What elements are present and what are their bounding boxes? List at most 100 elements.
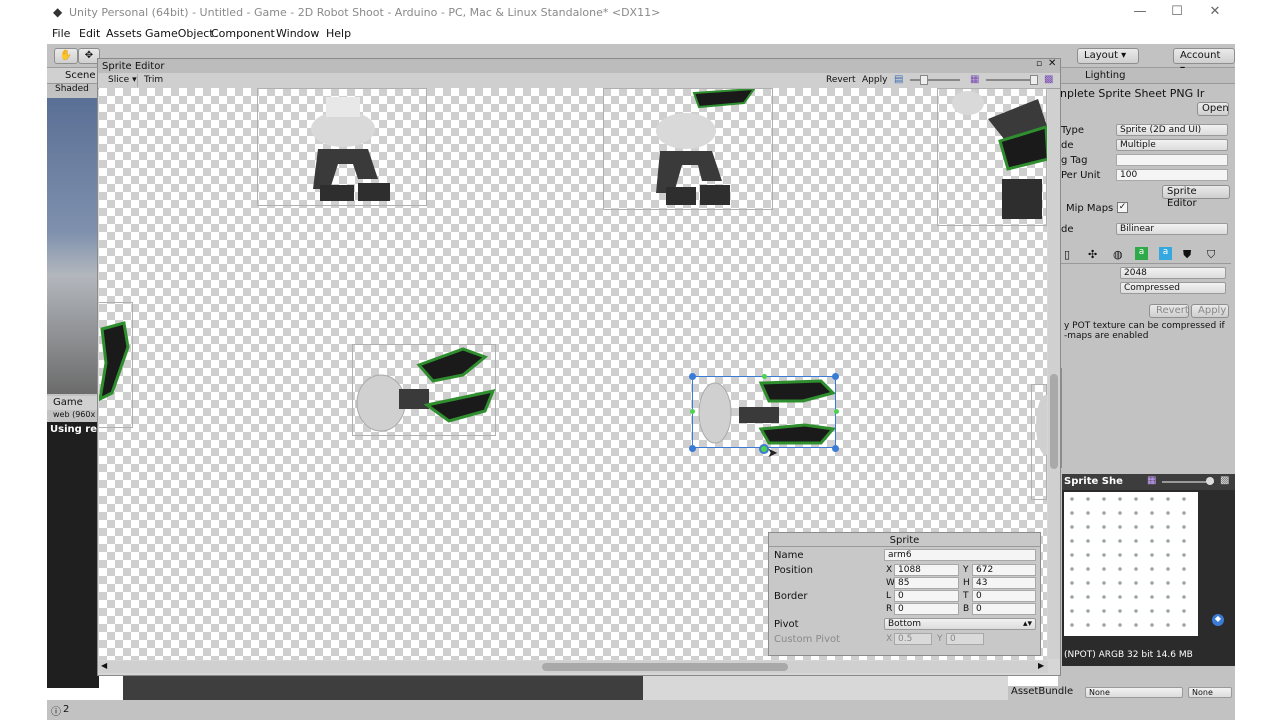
- resize-handle-bottom-right[interactable]: [832, 445, 839, 452]
- max-size-dropdown[interactable]: 2048: [1120, 267, 1226, 279]
- sprite-rect[interactable]: [1031, 384, 1047, 500]
- resize-handle-top-left[interactable]: [689, 373, 696, 380]
- resize-handle-top-right[interactable]: [832, 373, 839, 380]
- game-resolution-dropdown[interactable]: web (960x: [53, 410, 95, 419]
- preview-area: ◆ (NPOT) ARGB 32 bit 14.6 MB: [1062, 490, 1235, 666]
- sprite-rect[interactable]: [257, 88, 427, 206]
- width-field[interactable]: 85: [894, 577, 959, 589]
- menu-edit[interactable]: Edit: [79, 27, 100, 40]
- close-button[interactable]: ✕: [1200, 2, 1230, 22]
- apply-button[interactable]: Apply: [862, 75, 887, 85]
- menu-file[interactable]: File: [52, 27, 70, 40]
- tab-lighting[interactable]: Lighting: [1085, 70, 1125, 81]
- scene-view[interactable]: [47, 98, 99, 394]
- sprite-rect[interactable]: [603, 88, 773, 210]
- position-x-field[interactable]: 1088: [894, 564, 959, 576]
- title-bar: ◆ Unity Personal (64bit) - Untitled - Ga…: [47, 0, 1235, 24]
- open-button[interactable]: Open: [1197, 102, 1229, 116]
- minimize-button[interactable]: —: [1125, 2, 1155, 22]
- sprite-rect[interactable]: [937, 88, 1047, 226]
- selected-sprite-rect[interactable]: [692, 376, 836, 448]
- mip-icon[interactable]: ▩: [1044, 74, 1053, 85]
- asset-label-icon[interactable]: ◆: [1212, 614, 1224, 626]
- hand-tool-icon[interactable]: ✋: [54, 48, 78, 64]
- account-dropdown[interactable]: Account ▾: [1173, 48, 1235, 75]
- inspector-apply-button[interactable]: Apply: [1191, 304, 1229, 318]
- vertical-scrollbar[interactable]: [1048, 89, 1060, 659]
- filter-mode-label: de: [1061, 224, 1074, 235]
- android-icon[interactable]: a: [1135, 247, 1148, 260]
- editor-close-icon[interactable]: ✕: [1048, 58, 1056, 69]
- border-b-field[interactable]: 0: [972, 603, 1036, 615]
- texture-type-dropdown[interactable]: Sprite (2D and UI): [1116, 124, 1228, 136]
- ios-icon[interactable]: a: [1159, 247, 1172, 260]
- preview-slider-handle[interactable]: [1206, 477, 1214, 485]
- tab-sprite-editor[interactable]: Sprite Editor: [102, 61, 164, 72]
- sprite-editor-button[interactable]: Sprite Editor: [1162, 185, 1230, 209]
- filter-mode-dropdown[interactable]: Bilinear: [1116, 223, 1228, 235]
- layout-dropdown[interactable]: Layout ▾: [1077, 48, 1139, 64]
- sprite-mode-dropdown[interactable]: Multiple: [1116, 139, 1228, 151]
- tab-game[interactable]: Game: [47, 396, 99, 410]
- position-label: Position: [774, 565, 813, 576]
- assetbundle-variant-dropdown[interactable]: None: [1188, 687, 1232, 698]
- ppu-field[interactable]: 100: [1116, 169, 1228, 181]
- mouse-cursor-icon: ➤: [767, 446, 778, 461]
- position-y-field[interactable]: 672: [972, 564, 1036, 576]
- name-field[interactable]: arm6: [884, 549, 1036, 561]
- shield-icon[interactable]: ⛉: [1207, 248, 1215, 262]
- menu-assets[interactable]: Assets: [106, 27, 142, 40]
- mip-slider-handle[interactable]: [1030, 75, 1038, 85]
- border-r-field[interactable]: 0: [894, 603, 959, 615]
- alpha-toggle-icon[interactable]: ▦: [970, 74, 979, 85]
- info-icon[interactable]: ⓘ: [51, 703, 61, 718]
- standalone-icon[interactable]: ▯: [1064, 248, 1070, 261]
- mip-slider[interactable]: [986, 79, 1036, 81]
- tab-scene[interactable]: Scene: [47, 68, 99, 84]
- format-dropdown[interactable]: Compressed: [1120, 282, 1226, 294]
- zoom-slider[interactable]: [910, 79, 960, 81]
- menu-window[interactable]: Window: [276, 27, 319, 40]
- menu-component[interactable]: Component: [211, 27, 275, 40]
- resize-handle-left[interactable]: [690, 409, 695, 414]
- custom-pivot-x-field[interactable]: 0.5: [894, 633, 932, 645]
- packing-tag-field[interactable]: [1116, 154, 1228, 166]
- trim-button[interactable]: Trim: [144, 75, 163, 85]
- horizontal-scrollbar[interactable]: ◀ ▶: [98, 661, 1048, 673]
- shaded-dropdown[interactable]: Shaded: [55, 84, 89, 94]
- revert-button[interactable]: Revert: [826, 75, 855, 85]
- t-label: T: [963, 591, 969, 601]
- border-t-field[interactable]: 0: [972, 590, 1036, 602]
- border-l-field[interactable]: 0: [894, 590, 959, 602]
- preview-channel-icon[interactable]: ▩: [1220, 475, 1229, 486]
- scroll-left-icon[interactable]: ◀: [101, 661, 107, 670]
- preview-alpha-icon[interactable]: ▦: [1147, 475, 1156, 486]
- sprite-rect[interactable]: [99, 302, 133, 428]
- custom-pivot-y-field[interactable]: 0: [946, 633, 984, 645]
- sprite-rect[interactable]: [352, 344, 496, 436]
- sprite-editor-titlebar: Sprite Editor ▫ ✕: [98, 58, 1060, 73]
- r-label: R: [886, 604, 893, 614]
- editor-menu-icon[interactable]: ▫: [1036, 59, 1042, 69]
- height-field[interactable]: 43: [972, 577, 1036, 589]
- zoom-slider-handle[interactable]: [920, 75, 928, 85]
- menu-gameobject[interactable]: GameObject: [145, 27, 214, 40]
- globe-icon[interactable]: ◍: [1113, 248, 1123, 261]
- color-channel-icon[interactable]: ▤: [894, 74, 903, 85]
- inspector-revert-button[interactable]: Revert: [1149, 304, 1189, 318]
- menu-help[interactable]: Help: [326, 27, 351, 40]
- scroll-right-icon[interactable]: ▶: [1038, 661, 1044, 670]
- mipmaps-checkbox[interactable]: ✓: [1117, 202, 1128, 213]
- assetbundle-dropdown[interactable]: None: [1085, 687, 1183, 698]
- resize-handle-top[interactable]: [762, 374, 767, 379]
- custom-pivot-label: Custom Pivot: [774, 634, 841, 645]
- maximize-button[interactable]: ☐: [1162, 2, 1192, 22]
- pivot-dropdown[interactable]: Bottom ▴▾: [884, 618, 1036, 630]
- vertical-scroll-thumb[interactable]: [1050, 374, 1058, 469]
- slice-dropdown[interactable]: Slice ▾: [102, 74, 138, 87]
- resize-handle-bottom-left[interactable]: [689, 445, 696, 452]
- web-icon[interactable]: ✣: [1088, 248, 1097, 261]
- horizontal-scroll-thumb[interactable]: [542, 663, 788, 671]
- resize-handle-right[interactable]: [834, 409, 839, 414]
- html5-icon[interactable]: ⛊: [1183, 248, 1191, 262]
